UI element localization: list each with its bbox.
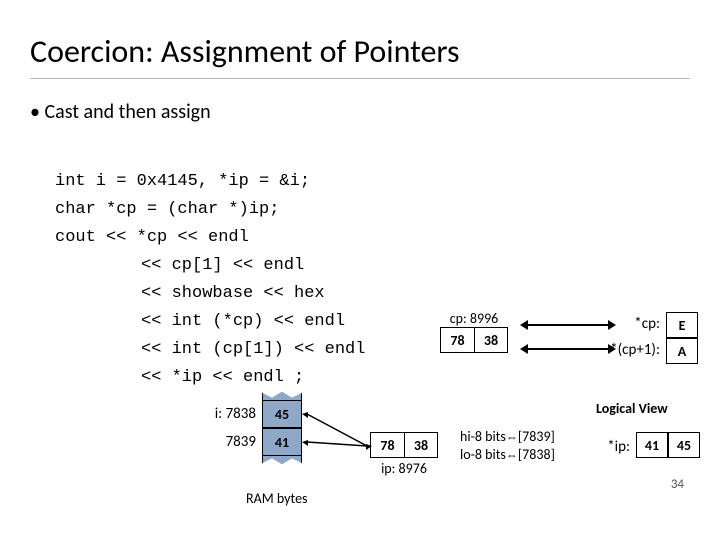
- hi-bits-label: hi-8 bits⇔[7839]: [460, 428, 555, 445]
- ram-cell: 41: [262, 428, 302, 456]
- ram-column: i: 7838 45 7839 41: [200, 388, 302, 468]
- slide-number: 34: [671, 477, 684, 492]
- code-line: int i = 0x4145, *ip = &i;: [55, 172, 310, 191]
- ram-addr: 7839: [200, 433, 262, 451]
- code-line: << int (*cp) << endl: [55, 308, 365, 336]
- ram-addr: i: 7838: [200, 405, 262, 423]
- ram-row: 7839 41: [200, 428, 302, 456]
- page-title: Coercion: Assignment of Pointers: [30, 32, 460, 71]
- code-line: cout << *cp << endl: [55, 228, 249, 247]
- logical-view-label: Logical View: [596, 400, 668, 417]
- bullet-cast-assign: • Cast and then assign: [30, 100, 211, 124]
- code-block: int i = 0x4145, *ip = &i; char *cp = (ch…: [55, 140, 365, 392]
- title-underline: [30, 78, 690, 79]
- deref-cp1-value: A: [666, 338, 698, 364]
- code-line: << int (cp[1]) << endl: [55, 336, 365, 364]
- ram-cell: 45: [262, 400, 302, 428]
- cp-addr: cp: 8996: [440, 310, 508, 327]
- ip-addr: ip: 8976: [370, 460, 438, 477]
- deref-cp-value: E: [666, 312, 698, 338]
- deref-ip-lo: 45: [668, 432, 700, 458]
- ip-byte-lo: 38: [404, 432, 438, 458]
- code-line: char *cp = (char *)ip;: [55, 200, 279, 219]
- cp-byte-lo: 38: [474, 327, 508, 353]
- code-line: << cp[1] << endl: [55, 252, 365, 280]
- ram-row: i: 7838 45: [200, 400, 302, 428]
- ram-tear-icon: [262, 456, 302, 468]
- deref-ip-hi: 41: [636, 432, 668, 458]
- ip-byte-hi: 78: [370, 432, 404, 458]
- deref-ip-label: *ip:: [586, 438, 630, 456]
- biarrow-icon: [528, 324, 608, 326]
- ram-tear-icon: [262, 388, 302, 400]
- cp-byte-hi: 78: [440, 327, 474, 353]
- ip-pointer-box: 78 38 ip: 8976: [370, 432, 438, 477]
- code-line: << showbase << hex: [55, 280, 365, 308]
- lo-bits-label: lo-8 bits⇔[7838]: [460, 446, 555, 463]
- cp-pointer-box: cp: 8996 78 38: [440, 310, 508, 353]
- deref-cp1-label: *(cp+1):: [590, 341, 660, 359]
- deref-cp-label: *cp:: [610, 315, 660, 333]
- ram-label: RAM bytes: [246, 490, 308, 507]
